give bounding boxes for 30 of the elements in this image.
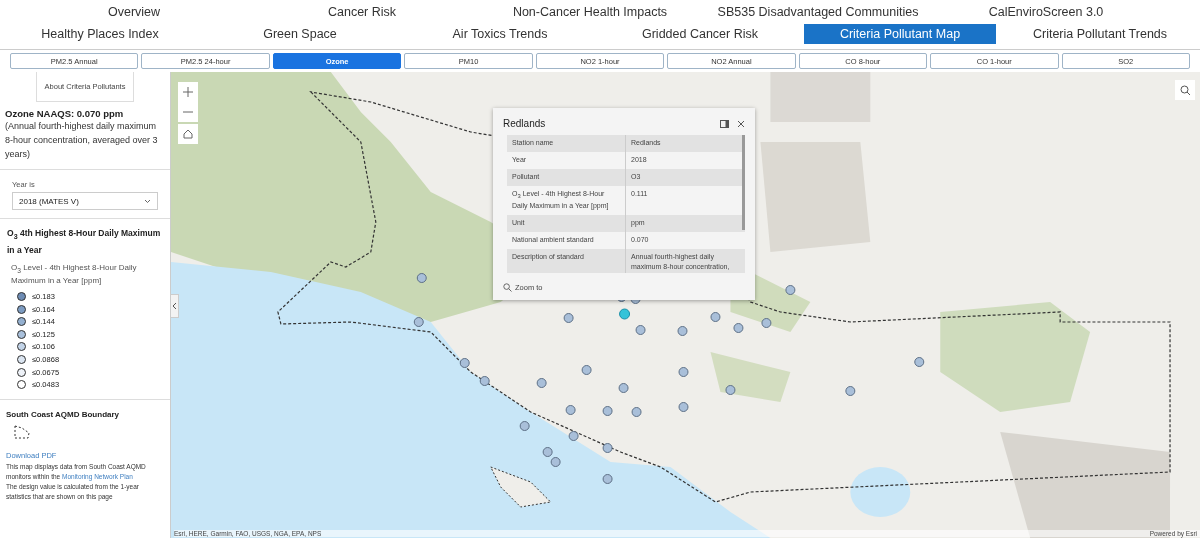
standard-note: (Annual fourth-highest daily maximum 8-hour concentration, averaged over 3 years) (5, 120, 159, 161)
popup-title: Redlands (503, 118, 547, 129)
chevron-icon (144, 198, 151, 204)
legend-title: O$_{3}$ 4th Highest 8-Hour Daily Maximum in a Year (7, 227, 162, 257)
nav-tab[interactable]: Green Space (255, 25, 345, 43)
dock-icon[interactable] (720, 119, 729, 128)
standard-title: Ozone NAAQS: 0.070 ppm (5, 108, 125, 119)
boundary-title: South Coast AQMD Boundary (6, 410, 121, 420)
nav-tab[interactable]: SB535 Disadvantaged Communities (709, 3, 927, 21)
dashed-boundary-icon (14, 425, 30, 440)
nav-tab[interactable]: Cancer Risk (319, 3, 405, 21)
close-icon[interactable] (737, 119, 745, 128)
home-button[interactable] (178, 124, 198, 144)
nav-tab[interactable]: Overview (99, 3, 169, 21)
nav-tab[interactable]: Non-Cancer Health Impacts (504, 3, 676, 21)
chevron-left-icon (172, 302, 177, 310)
nav-tab[interactable]: Criteria Pollutant Trends (1024, 25, 1176, 43)
home-icon (183, 129, 193, 139)
nav-tab[interactable]: Gridded Cancer Risk (634, 25, 766, 43)
nav-tab[interactable]: Healthy Places Index (33, 25, 167, 43)
magnifier-icon (503, 283, 512, 292)
search-button[interactable] (1175, 80, 1195, 100)
nav-tab[interactable]: CalEnviroScreen 3.0 (980, 3, 1112, 21)
year-select[interactable]: 2018 (MATES V) (12, 192, 158, 210)
plus-icon (183, 87, 193, 97)
search-icon (1179, 84, 1191, 96)
nav-tab[interactable]: Air Toxics Trends (444, 25, 556, 43)
collapse-handle[interactable] (171, 294, 179, 318)
nav-tab[interactable]: Criteria Pollutant Map (803, 24, 997, 44)
legend-subtitle: O$_{3}$ Level - 4th Highest 8-Hour Daily Maximum in a Year [ppm] (11, 261, 138, 287)
